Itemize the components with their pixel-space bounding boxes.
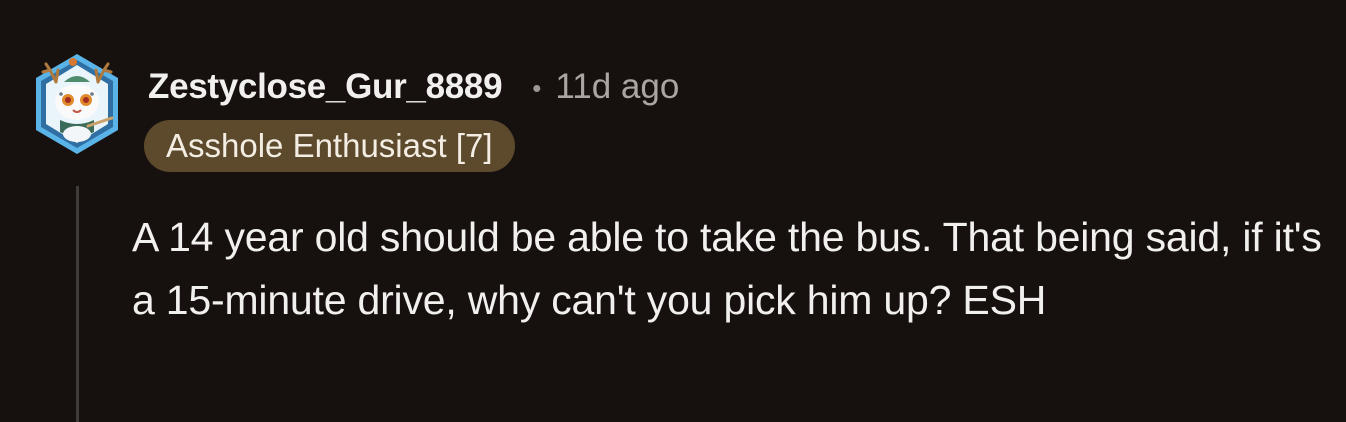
comment-header: Zestyclose_Gur_8889 • 11d ago — [148, 64, 679, 110]
snow-leopard-avatar-icon — [36, 54, 118, 154]
meta-separator: • — [532, 72, 542, 103]
thread-line[interactable] — [76, 186, 79, 422]
comment: Zestyclose_Gur_8889 • 11d ago Asshole En… — [0, 0, 1346, 422]
user-flair-badge: Asshole Enthusiast [7] — [144, 120, 515, 172]
user-avatar[interactable] — [28, 48, 126, 160]
comment-body: A 14 year old should be able to take the… — [132, 214, 1322, 323]
comment-timestamp[interactable]: 11d ago — [555, 67, 679, 107]
author-username[interactable]: Zestyclose_Gur_8889 — [148, 67, 503, 107]
